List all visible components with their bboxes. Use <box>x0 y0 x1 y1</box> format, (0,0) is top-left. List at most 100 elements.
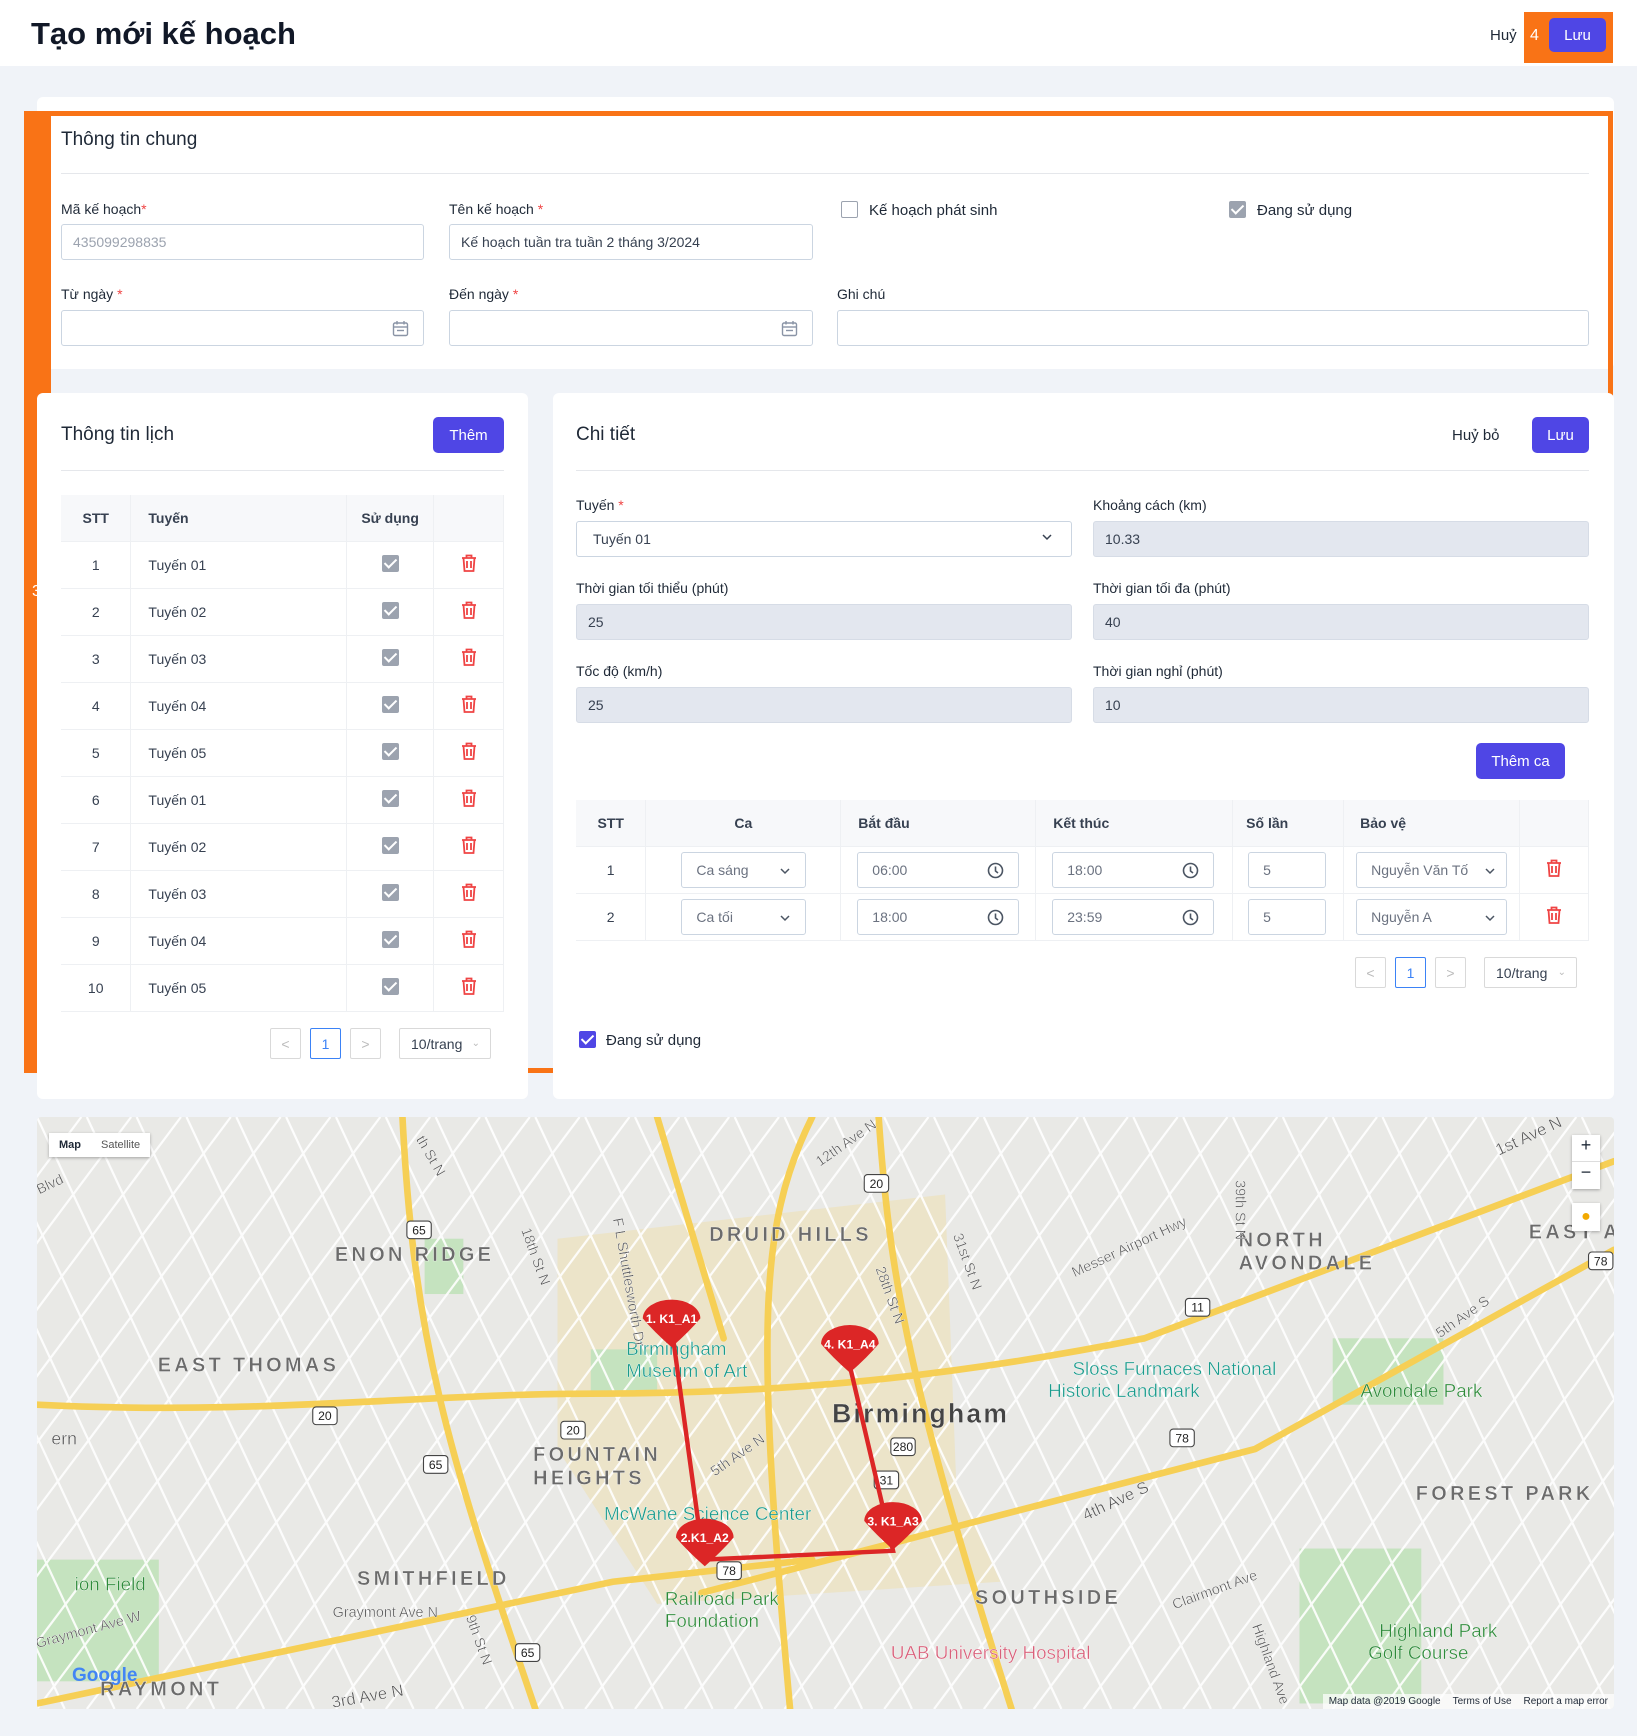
map-type-satellite[interactable]: Satellite <box>91 1133 150 1157</box>
page-1-button[interactable]: 1 <box>310 1028 341 1059</box>
start-time-input[interactable]: 18:00 <box>857 898 1020 935</box>
map-type-map[interactable]: Map <box>49 1133 91 1157</box>
from-date-input[interactable] <box>61 310 424 346</box>
delete-icon[interactable] <box>460 976 478 996</box>
schedule-row[interactable]: 5 Tuyến 05 <box>61 729 504 777</box>
delete-icon[interactable] <box>460 647 478 667</box>
shift-select[interactable]: Ca sáng <box>681 851 807 888</box>
map-view[interactable]: DRUID HILLSENON RIDGENORTHAVONDALEEAST A… <box>37 1117 1614 1709</box>
save-button[interactable]: Lưu <box>1549 18 1606 52</box>
count-input[interactable]: 5 <box>1248 898 1327 935</box>
delete-icon[interactable] <box>460 600 478 620</box>
svg-text:11: 11 <box>1191 1301 1204 1315</box>
incidental-checkbox[interactable] <box>841 201 858 218</box>
chevron-down-icon <box>779 864 791 880</box>
svg-text:78: 78 <box>1175 1431 1189 1445</box>
used-checkbox[interactable] <box>381 601 399 619</box>
page-size-select[interactable]: 10/trang ⌄ <box>1484 957 1577 988</box>
delete-icon[interactable] <box>460 882 478 902</box>
guard-select[interactable]: Nguyễn A <box>1356 898 1508 935</box>
prev-page-button[interactable]: < <box>1355 957 1386 988</box>
zoom-in-button[interactable]: + <box>1572 1135 1600 1162</box>
schedule-title: Thông tin lịch <box>61 424 175 445</box>
schedule-row[interactable]: 10 Tuyến 05 <box>61 964 504 1012</box>
schedule-row[interactable]: 1 Tuyến 01 <box>61 541 504 589</box>
delete-icon[interactable] <box>460 835 478 855</box>
used-checkbox[interactable] <box>381 883 399 901</box>
detail-cancel-link[interactable]: Huỷ bỏ <box>1452 427 1500 444</box>
row-stt: 7 <box>61 823 132 871</box>
delete-icon[interactable] <box>460 788 478 808</box>
shift-table: STT Ca Bắt đầu Kết thúc Số lần Bảo vệ 1 … <box>576 800 1589 941</box>
row-route: Tuyến 01 <box>130 776 348 824</box>
end-time-input[interactable]: 23:59 <box>1052 898 1215 935</box>
schedule-row[interactable]: 4 Tuyến 04 <box>61 682 504 730</box>
report-link[interactable]: Report a map error <box>1524 1696 1608 1707</box>
speed-input[interactable]: 25 <box>576 687 1072 723</box>
shift-select[interactable]: Ca tối <box>681 898 807 935</box>
code-input[interactable]: 435099298835 <box>61 224 424 260</box>
used-checkbox[interactable] <box>381 836 399 854</box>
next-page-button[interactable]: > <box>1435 957 1466 988</box>
cancel-link[interactable]: Huỷ <box>1490 27 1517 44</box>
shift-row: 1 Ca sáng 06:00 18:00 5 Nguyễn Văn Tố <box>576 846 1589 894</box>
note-input[interactable] <box>837 310 1589 346</box>
col-actions <box>1519 800 1589 847</box>
delete-icon[interactable] <box>460 929 478 949</box>
detail-active-checkbox[interactable] <box>579 1031 596 1048</box>
page-1-button[interactable]: 1 <box>1395 957 1426 988</box>
chevron-down-icon <box>1041 530 1053 546</box>
start-time-input[interactable]: 06:00 <box>857 851 1020 888</box>
highway-shield-icon: 65 <box>422 1455 449 1474</box>
used-checkbox[interactable] <box>381 742 399 760</box>
page-size-select[interactable]: 10/trang ⌄ <box>399 1028 491 1059</box>
end-time-input[interactable]: 18:00 <box>1052 851 1215 888</box>
page-title: Tạo mới kế hoạch <box>31 16 296 51</box>
route-select[interactable]: Tuyến 01 <box>576 521 1072 557</box>
used-checkbox[interactable] <box>381 789 399 807</box>
to-date-input[interactable] <box>449 310 813 346</box>
pegman-icon[interactable]: ● <box>1572 1203 1600 1231</box>
map-label: EAST THOMAS <box>158 1355 339 1377</box>
schedule-row[interactable]: 2 Tuyến 02 <box>61 588 504 636</box>
detail-save-button[interactable]: Lưu <box>1532 417 1589 453</box>
delete-icon[interactable] <box>1545 905 1563 925</box>
max-time-input[interactable]: 40 <box>1093 604 1589 640</box>
delete-icon[interactable] <box>460 741 478 761</box>
svg-text:4. K1_A4: 4. K1_A4 <box>824 1337 876 1351</box>
schedule-row[interactable]: 9 Tuyến 04 <box>61 917 504 965</box>
add-shift-button[interactable]: Thêm ca <box>1476 743 1565 779</box>
delete-icon[interactable] <box>460 553 478 573</box>
code-label: Mã kế hoạch* <box>61 201 147 217</box>
distance-input[interactable]: 10.33 <box>1093 521 1589 557</box>
name-input[interactable]: Kế hoạch tuần tra tuần 2 tháng 3/2024 <box>449 224 813 260</box>
section-title: Thông tin chung <box>61 129 198 150</box>
schedule-row[interactable]: 6 Tuyến 01 <box>61 776 504 824</box>
schedule-row[interactable]: 7 Tuyến 02 <box>61 823 504 871</box>
add-schedule-button[interactable]: Thêm <box>433 417 504 453</box>
delete-icon[interactable] <box>1545 858 1563 878</box>
used-checkbox[interactable] <box>381 930 399 948</box>
rest-input[interactable]: 10 <box>1093 687 1589 723</box>
row-route: Tuyến 04 <box>130 682 348 730</box>
schedule-row[interactable]: 8 Tuyến 03 <box>61 870 504 918</box>
count-input[interactable]: 5 <box>1248 851 1327 888</box>
min-time-input[interactable]: 25 <box>576 604 1072 640</box>
row-route: Tuyến 04 <box>130 917 348 965</box>
zoom-out-button[interactable]: − <box>1572 1162 1600 1189</box>
used-checkbox[interactable] <box>381 554 399 572</box>
guard-select[interactable]: Nguyễn Văn Tố <box>1356 851 1508 888</box>
schedule-row[interactable]: 3 Tuyến 03 <box>61 635 504 683</box>
active-checkbox[interactable] <box>1229 201 1246 218</box>
used-checkbox[interactable] <box>381 977 399 995</box>
prev-page-button[interactable]: < <box>270 1028 301 1059</box>
map-label: Historic Landmark <box>1048 1380 1200 1401</box>
svg-text:2.K1_A2: 2.K1_A2 <box>681 1531 729 1545</box>
used-checkbox[interactable] <box>381 648 399 666</box>
next-page-button[interactable]: > <box>350 1028 381 1059</box>
chevron-down-icon <box>1484 911 1496 927</box>
row-route: Tuyến 01 <box>130 541 348 589</box>
delete-icon[interactable] <box>460 694 478 714</box>
used-checkbox[interactable] <box>381 695 399 713</box>
terms-link[interactable]: Terms of Use <box>1453 1696 1512 1707</box>
